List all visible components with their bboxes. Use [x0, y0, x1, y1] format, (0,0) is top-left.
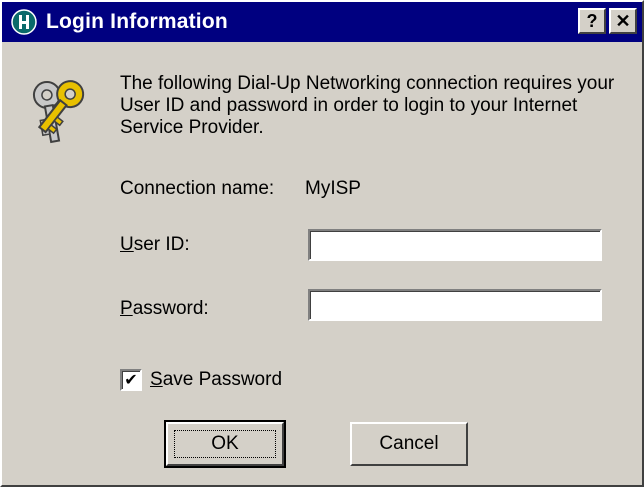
password-label-text: assword:	[132, 298, 209, 319]
close-button[interactable]: ✕	[609, 8, 637, 34]
window-title: Login Information	[46, 10, 228, 33]
user-id-mnemonic: U	[120, 234, 134, 255]
title-bar[interactable]: Login Information ? ✕	[2, 2, 642, 42]
instructions-text: The following Dial-Up Networking connect…	[120, 73, 615, 138]
close-icon: ✕	[615, 10, 631, 31]
save-password-label-text: ave Password	[162, 369, 283, 390]
cancel-button[interactable]: Cancel	[350, 422, 468, 466]
connection-name-label: Connection name:	[120, 178, 275, 199]
connection-name-value: MyISP	[305, 178, 361, 199]
save-password-checkbox[interactable]: ✔	[120, 369, 142, 391]
user-id-input[interactable]	[308, 229, 602, 261]
save-password-label[interactable]: Save Password	[150, 369, 282, 391]
password-mnemonic: P	[120, 298, 133, 319]
password-label: Password:	[120, 298, 209, 320]
save-password-mnemonic: S	[150, 369, 163, 390]
user-id-label: User ID:	[120, 234, 190, 256]
help-button[interactable]: ?	[578, 8, 606, 34]
user-id-label-text: ser ID:	[133, 234, 190, 255]
login-information-dialog: Login Information ? ✕ The following Dial…	[0, 0, 644, 487]
ok-button[interactable]: OK	[164, 420, 286, 468]
keys-icon	[30, 72, 102, 152]
checkmark-icon: ✔	[124, 370, 138, 389]
password-input[interactable]	[308, 289, 602, 321]
network-icon	[10, 8, 38, 36]
